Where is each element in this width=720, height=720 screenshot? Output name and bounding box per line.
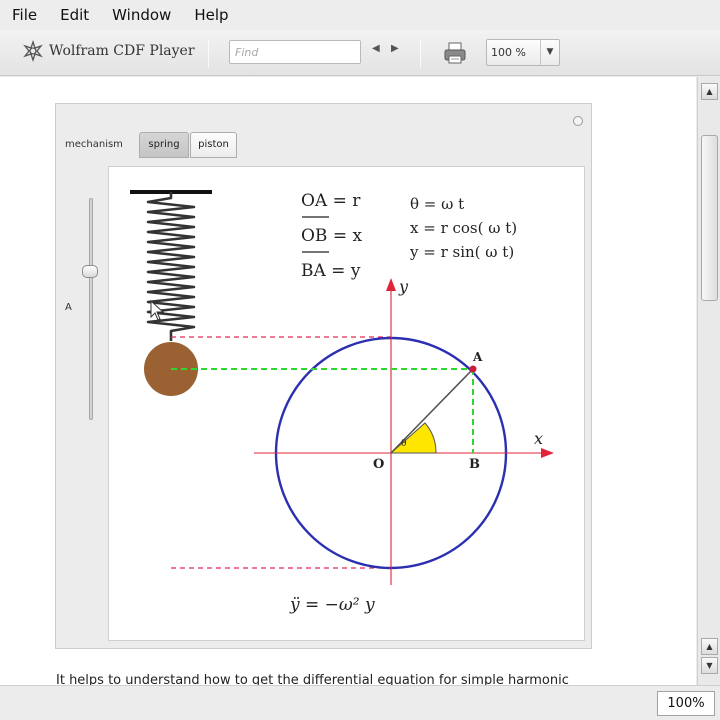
y-axis-label: y [399, 277, 409, 296]
document-area: mechanism spring piston A OA = r OB = x … [0, 77, 696, 685]
y-axis-arrow [386, 278, 396, 291]
tab-spring[interactable]: spring [139, 132, 189, 158]
equation-oa: OA = r [301, 191, 361, 211]
scroll-up-button-lower[interactable]: ▲ [701, 638, 718, 655]
menu-bar: File Edit Window Help [0, 0, 720, 30]
find-next-button[interactable]: ▶ [391, 43, 399, 54]
tab-piston[interactable]: piston [190, 132, 237, 158]
angle-wedge [389, 422, 437, 454]
document-paragraph: It helps to understand how to get the di… [56, 673, 569, 685]
spring-coil [146, 192, 196, 341]
equation-y: y = r sin( ω t) [410, 243, 515, 261]
zoom-select-value: 100 % [491, 46, 526, 59]
plot-area: OA = r OB = x BA = y θ = ω t x = r cos( … [108, 166, 585, 641]
origin-label: O [373, 457, 385, 472]
x-axis-arrow [541, 448, 554, 458]
toolbar-separator [420, 40, 421, 68]
printer-icon[interactable] [442, 40, 468, 66]
manipulate-panel: mechanism spring piston A OA = r OB = x … [55, 103, 592, 649]
find-input[interactable] [229, 40, 361, 64]
menu-window[interactable]: Window [108, 4, 175, 26]
equation-block-left: OA = r OB = x BA = y [301, 184, 362, 289]
menu-edit[interactable]: Edit [56, 4, 93, 26]
find-previous-button[interactable]: ◀ [372, 43, 380, 54]
scroll-thumb[interactable] [701, 135, 718, 301]
menu-help[interactable]: Help [190, 4, 232, 26]
status-zoom[interactable]: 100% [657, 691, 715, 716]
zoom-select[interactable]: 100 % ▼ [486, 39, 560, 66]
vertical-scrollbar[interactable]: ▲ ▲ ▼ [697, 77, 720, 685]
menu-file[interactable]: File [8, 4, 41, 26]
chevron-down-icon[interactable]: ▼ [540, 40, 559, 65]
point-a [469, 365, 477, 373]
equation-theta: θ = ω t [410, 195, 465, 213]
equation-x: x = r cos( ω t) [410, 219, 518, 237]
amplitude-slider-thumb[interactable] [82, 265, 98, 279]
amplitude-slider-track[interactable] [89, 198, 93, 420]
point-b-label: B [469, 457, 480, 472]
equation-ob: OB = x [301, 226, 363, 246]
toolbar: Wolfram CDF Player ◀ ▶ 100 % ▼ [0, 30, 720, 76]
x-axis-label: x [534, 429, 544, 448]
brand[interactable]: Wolfram CDF Player [22, 40, 195, 62]
amplitude-label: A [65, 302, 72, 313]
mechanism-label: mechanism [65, 139, 123, 150]
scroll-down-button[interactable]: ▼ [701, 657, 718, 674]
panel-options-icon[interactable] [573, 116, 583, 126]
equation-ba: BA = y [301, 261, 361, 281]
equation-block-right: θ = ω t x = r cos( ω t) y = r sin( ω t) [410, 192, 517, 264]
differential-equation: ÿ = −ω² y [290, 595, 375, 615]
angle-label: θ [401, 439, 407, 449]
toolbar-separator [208, 40, 209, 68]
brand-label: Wolfram CDF Player [49, 43, 195, 59]
scroll-up-button[interactable]: ▲ [701, 83, 718, 100]
cdf-player-window: File Edit Window Help Wolfram CDF Player… [0, 0, 720, 720]
point-a-label: A [473, 350, 483, 364]
status-bar: 100% [0, 685, 720, 720]
wolfram-spikey-icon [23, 40, 43, 62]
